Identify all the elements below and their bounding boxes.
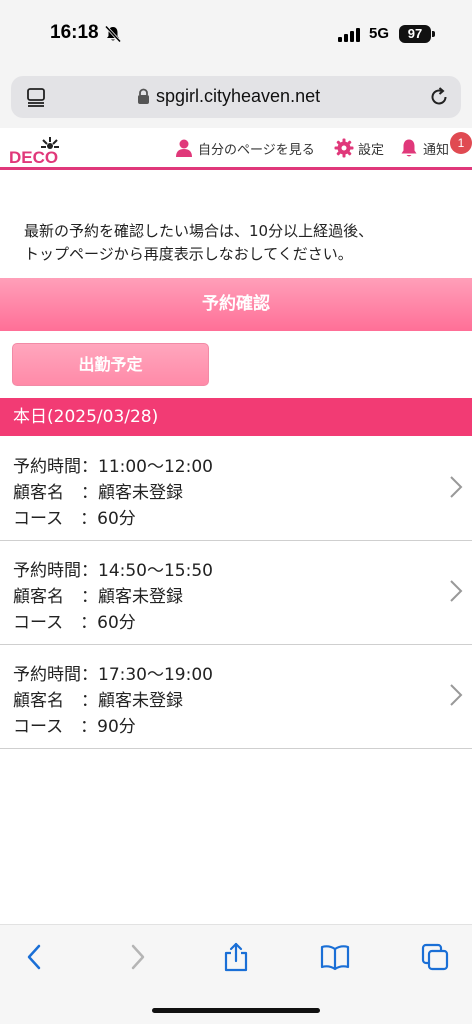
reservation-time: 予約時間：11:00〜12:00 xyxy=(13,457,213,477)
bookmarks-icon[interactable] xyxy=(320,942,350,972)
notice-count-badge: 1 xyxy=(450,132,472,154)
chevron-right-icon xyxy=(450,684,463,706)
battery-tip xyxy=(432,31,435,37)
battery-indicator: 97 xyxy=(399,25,431,43)
refresh-notice: 最新の予約を確認したい場合は、10分以上経過後、 トップページから再度表示しなお… xyxy=(24,220,454,266)
tabs-overview-icon[interactable] xyxy=(420,942,450,972)
reservation-item[interactable]: 予約時間：11:00〜12:00 顧客名 ：顧客未登録 コース ：60分 xyxy=(0,437,472,541)
lock-icon xyxy=(138,88,149,104)
share-icon[interactable] xyxy=(221,942,251,972)
section-title: 予約確認 xyxy=(0,278,472,331)
refresh-notice-line1: 最新の予約を確認したい場合は、10分以上経過後、 xyxy=(24,222,374,240)
user-icon xyxy=(176,139,192,157)
reservation-list: 予約時間：11:00〜12:00 顧客名 ：顧客未登録 コース ：60分 予約時… xyxy=(0,437,472,749)
notice-label: 通知 xyxy=(423,142,450,158)
gear-icon xyxy=(334,138,354,158)
reservation-course: コース ：60分 xyxy=(13,509,136,529)
back-icon[interactable] xyxy=(20,942,50,972)
reload-icon[interactable] xyxy=(428,86,450,108)
home-indicator xyxy=(152,1008,320,1013)
status-time: 16:18 xyxy=(50,22,99,43)
reservation-customer: 顧客名 ：顧客未登録 xyxy=(13,587,183,607)
browser-address-area: spgirl.cityheaven.net xyxy=(0,70,472,128)
settings-link[interactable]: 設定 xyxy=(334,138,384,158)
mypage-link[interactable]: 自分のページを見る xyxy=(174,138,315,158)
refresh-notice-line2: トップページから再度表示しなおしてください。 xyxy=(24,245,353,263)
reservation-course: コース ：90分 xyxy=(13,717,136,737)
shift-schedule-button[interactable]: 出勤予定 xyxy=(12,343,209,386)
reservation-item[interactable]: 予約時間：17:30〜19:00 顧客名 ：顧客未登録 コース ：90分 xyxy=(0,645,472,749)
network-type: 5G xyxy=(369,25,390,42)
reservation-item[interactable]: 予約時間：14:50〜15:50 顧客名 ：顧客未登録 コース ：60分 xyxy=(0,541,472,645)
address-bar[interactable]: spgirl.cityheaven.net xyxy=(11,76,461,118)
reservation-time: 予約時間：14:50〜15:50 xyxy=(13,561,213,581)
date-header: 本日(2025/03/28) xyxy=(0,398,472,436)
forward-icon[interactable] xyxy=(122,942,152,972)
reservation-customer: 顧客名 ：顧客未登録 xyxy=(13,483,183,503)
chevron-right-icon xyxy=(450,580,463,602)
notice-link[interactable]: 通知 xyxy=(399,138,449,158)
settings-label: 設定 xyxy=(358,142,385,158)
reservation-customer: 顧客名 ：顧客未登録 xyxy=(13,691,183,711)
signal-icon xyxy=(338,28,360,42)
site-header: DECO 自分のページを見る 設定 通知 xyxy=(0,128,472,170)
reservation-time: 予約時間：17:30〜19:00 xyxy=(13,665,213,685)
svg-text:DECO: DECO xyxy=(9,148,58,166)
bell-off-icon xyxy=(104,25,122,43)
bell-icon xyxy=(401,139,417,157)
page-menu-icon[interactable] xyxy=(25,86,47,108)
url-text: spgirl.cityheaven.net xyxy=(156,86,321,106)
mypage-label: 自分のページを見る xyxy=(198,142,315,158)
chevron-right-icon xyxy=(450,476,463,498)
status-bar: 16:18 5G 97 xyxy=(0,0,472,70)
deco-logo[interactable]: DECO xyxy=(9,134,61,166)
reservation-course: コース ：60分 xyxy=(13,613,136,633)
